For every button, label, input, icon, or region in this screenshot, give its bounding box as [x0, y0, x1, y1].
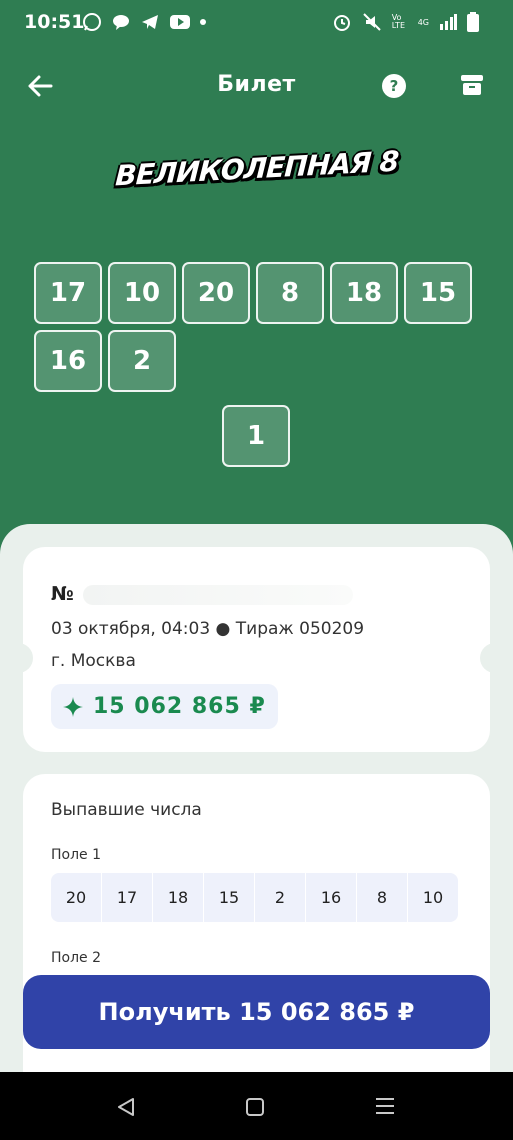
drawn-numbers-title: Выпавшие числа — [51, 800, 202, 820]
ticket-city: г. Москва — [51, 651, 136, 671]
volte-label: Vo LTE — [391, 13, 405, 30]
prize-badge: 15 062 865 ₽ — [51, 684, 278, 729]
ticket-numbers: 17 10 20 8 18 15 16 2 — [34, 262, 484, 392]
youtube-icon — [170, 15, 190, 29]
ticket-number: 20 — [182, 262, 250, 324]
nav-home-icon[interactable] — [246, 1098, 264, 1116]
drawn-number: 10 — [408, 873, 458, 922]
sparkle-icon — [63, 696, 83, 717]
nav-back-icon[interactable] — [117, 1097, 135, 1117]
help-icon[interactable]: ? — [382, 74, 406, 98]
game-logo-text: ВЕЛИКОЛЕПНАЯ 8 — [114, 144, 399, 193]
card-notch-left — [13, 643, 33, 673]
notification-icons — [82, 12, 206, 32]
system-nav-bar — [0, 1072, 513, 1140]
drawn-number: 2 — [255, 873, 305, 922]
chat-bubble-icon — [113, 15, 129, 30]
ticket-number: 17 — [34, 262, 102, 324]
signal-icon — [440, 14, 457, 30]
ticket-number: 18 — [330, 262, 398, 324]
field1-label: Поле 1 — [51, 847, 102, 863]
alarm-icon — [333, 15, 350, 31]
ticket-number: 10 — [108, 262, 176, 324]
field2-label: Поле 2 — [51, 950, 102, 966]
system-icons: Vo LTE 4G — [332, 12, 479, 32]
ticket-number: 15 — [404, 262, 472, 324]
app-header: Билет ? — [0, 60, 513, 112]
drawn-number: 8 — [357, 873, 407, 922]
battery-icon — [467, 12, 479, 32]
ticket-number-hidden — [83, 585, 353, 605]
telegram-icon — [142, 15, 158, 29]
draw-date: 03 октября, 04:03 ● Тираж 050209 — [51, 619, 365, 639]
nav-recents-icon[interactable] — [376, 1098, 394, 1119]
prize-amount: 15 062 865 ₽ — [93, 694, 266, 719]
drawn-number: 18 — [153, 873, 203, 922]
claim-prize-button[interactable]: Получить 15 062 865 ₽ — [23, 975, 490, 1049]
drawn-number: 15 — [204, 873, 254, 922]
more-notifications-dot — [200, 19, 206, 25]
mute-icon — [362, 13, 381, 31]
ticket-number: 16 — [34, 330, 102, 392]
status-bar: 10:51 Vo LTE 4G — [0, 0, 513, 44]
ticket-number: 2 — [108, 330, 176, 392]
bonus-number: 1 — [222, 405, 290, 467]
page-title: Билет — [217, 72, 296, 97]
whatsapp-icon — [83, 13, 101, 31]
game-logo: ВЕЛИКОЛЕПНАЯ 8 — [0, 145, 513, 193]
drawn-number: 16 — [306, 873, 356, 922]
status-time: 10:51 — [24, 11, 85, 33]
drawn-number: 20 — [51, 873, 101, 922]
drawn-number: 17 — [102, 873, 152, 922]
card-notch-right — [480, 643, 500, 673]
network-type-label: 4G — [417, 17, 429, 27]
archive-icon[interactable] — [461, 74, 483, 96]
field1-drawn-numbers: 20 17 18 15 2 16 8 10 — [51, 873, 458, 922]
ticket-number-label: № — [51, 583, 74, 605]
ticket-number: 8 — [256, 262, 324, 324]
ticket-info-card: № 03 октября, 04:03 ● Тираж 050209 г. Мо… — [13, 547, 500, 752]
